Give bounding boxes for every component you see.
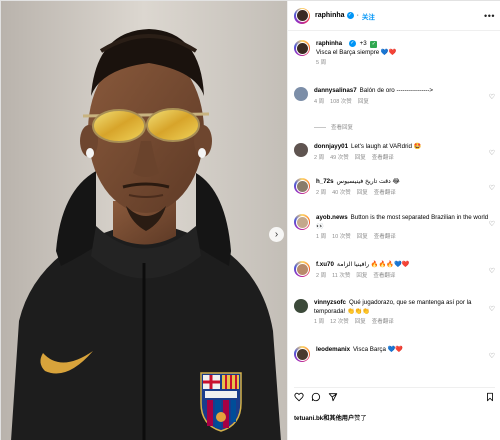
translate-button[interactable]: 查看翻译 [373,273,395,279]
comment-item: vinnyzsofc Qué jugadorazo, que se manteng… [294,299,495,327]
heart-icon[interactable]: ♡ [489,149,495,157]
liker-username[interactable]: tetuani.bk和 [294,415,329,422]
avatar[interactable] [294,214,310,230]
player-illustration [1,1,287,440]
comment-item: leodemanix Visca Barça 💙❤️ ♡ [294,346,495,362]
comment-time: 1 周 [316,234,327,240]
post-side-panel: raphinha ✓ · 关注 ••• raphinha ✓ +3 ✓ Visc… [287,1,500,440]
comment-username[interactable]: donnjayy01 [314,143,348,150]
caption-time: 5 周 [316,60,327,67]
heart-icon[interactable]: ♡ [489,352,495,360]
comment-text: Balón de oro ----------------> [359,87,434,94]
comment-likes[interactable]: 49 次赞 [330,155,349,161]
comment-item: ayob.news Button is the most separated Br… [294,214,495,242]
translate-button[interactable]: 查看翻译 [372,155,394,161]
translate-button[interactable]: 查看翻译 [374,234,396,240]
caption-text: Visca el Barça siempre 💙❤️ [316,48,397,56]
more-horizontal-icon[interactable]: ••• [484,11,495,21]
comment-item: h_72s دقت تاريخ فينيسيوس 😂 2 周 40 次赞 回复 查看翻译… [294,178,495,197]
reply-button[interactable]: 回复 [357,190,368,196]
comment-item: donnjayy01 Let's laugh at VARdrid 🤩 2 周 49… [294,143,495,162]
heart-icon[interactable]: ♡ [489,267,495,275]
likes-summary: tetuani.bk和其他用户赞了 [294,413,367,422]
avatar[interactable] [294,299,308,313]
comment-username[interactable]: dannysalinas7 [314,87,357,94]
avatar[interactable] [294,7,310,24]
translate-button[interactable]: 查看翻译 [372,319,394,325]
comment-text: رافينيا الزامة 🔥🔥🔥💙❤️ [336,261,410,268]
reply-button[interactable]: 回复 [356,273,367,279]
separator-dot: · [356,12,359,19]
comment-likes[interactable]: 40 次赞 [332,190,351,196]
like-heart-icon[interactable] [294,392,304,402]
caption: raphinha ✓ +3 ✓ Visca el Barça siempre 💙… [294,40,495,68]
heart-icon[interactable]: ♡ [489,220,495,228]
avatar[interactable] [294,346,310,362]
comment-likes[interactable]: 10 次赞 [332,234,351,240]
next-slide-button[interactable]: › [269,227,284,242]
heart-icon[interactable]: ♡ [489,93,495,101]
comments-list: raphinha ✓ +3 ✓ Visca el Barça siempre 💙… [288,32,500,379]
reply-button[interactable]: 回复 [357,234,368,240]
comment-text: Let's laugh at VARdrid 🤩 [351,143,422,150]
follow-button[interactable]: 关注 [362,11,375,21]
share-icon[interactable] [328,392,338,402]
post-photo[interactable]: › [1,1,287,440]
avatar[interactable] [294,40,310,56]
comment-time: 1 周 [314,319,325,325]
collab-tag[interactable]: +3 [360,40,367,47]
instagram-post-window: › raphinha ✓ · 关注 ••• raphinha ✓ +3 ✓ Vi… [0,0,500,440]
avatar[interactable] [294,178,310,194]
comment-item: dannysalinas7 Balón de oro --------------… [294,87,495,106]
view-replies-button[interactable]: 查看回复 [314,123,353,131]
verified-badge-icon: ✓ [346,12,354,19]
comment-icon[interactable] [311,392,321,402]
comment-text: دقت تاريخ فينيسيوس 😂 [336,178,400,185]
comment-username[interactable]: f.xu70 [316,261,334,268]
reply-button[interactable]: 回复 [358,99,369,105]
username-link[interactable]: raphinha [315,12,345,19]
heart-icon[interactable]: ♡ [489,305,495,313]
comment-username[interactable]: h_72s [316,178,334,185]
avatar[interactable] [294,143,308,157]
comment-likes[interactable]: 108 次赞 [330,99,352,105]
avatar[interactable] [294,87,308,101]
post-header: raphinha ✓ · 关注 ••• [288,1,500,31]
check-icon: ✓ [370,41,378,49]
heart-icon[interactable]: ♡ [489,184,495,192]
bookmark-icon[interactable] [485,392,495,402]
comment-time: 2 周 [316,189,327,196]
comment-time: 2 周 [314,154,325,161]
verified-badge-icon: ✓ [348,40,356,47]
comment-likes[interactable]: 12 次赞 [330,319,349,325]
caption-username[interactable]: raphinha [316,40,342,47]
comment-time: 4 周 [314,98,325,105]
comment-username[interactable]: leodemanix [316,346,350,353]
comment-text: Visca Barça 💙❤️ [353,346,404,353]
comment-likes[interactable]: 11 次赞 [332,273,350,279]
action-bar [294,387,495,403]
translate-button[interactable]: 查看翻译 [374,190,396,196]
comment-time: 2 周 [316,272,327,279]
comment-username[interactable]: ayob.news [316,214,348,221]
comment-username[interactable]: vinnyzsofc [314,299,346,306]
comment-item: f.xu70 رافينيا الزامة 🔥🔥🔥💙❤️ 2 周 11 次赞 回复 查看… [294,261,495,280]
reply-button[interactable]: 回复 [355,155,366,161]
likes-suffix: 赞了 [354,415,367,422]
others-link[interactable]: 其他用户 [329,415,354,422]
avatar[interactable] [294,261,310,277]
reply-button[interactable]: 回复 [355,319,366,325]
